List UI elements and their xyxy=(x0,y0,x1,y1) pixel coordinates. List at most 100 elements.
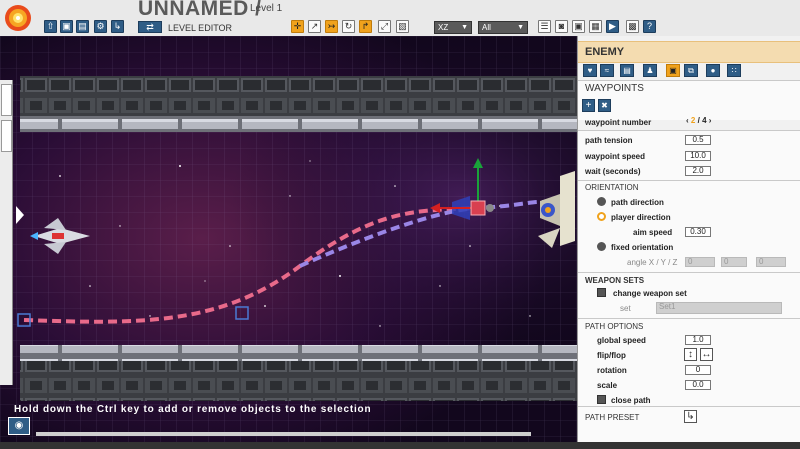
rotation-input[interactable]: 0 xyxy=(685,365,711,375)
scale-tool-button[interactable]: ⤢ xyxy=(378,20,391,33)
waypoint-number-stepper: ‹ 2 / 4 › xyxy=(686,116,711,125)
tab-waypoints[interactable]: ▣ xyxy=(666,64,680,77)
plane-select[interactable]: XZ ▼ xyxy=(434,21,472,34)
bomb-icon: ● xyxy=(710,66,716,75)
project-title: UNNAMED / xyxy=(138,0,262,20)
screenshot-button[interactable]: ▣ xyxy=(572,20,585,33)
next-waypoint-button[interactable]: › xyxy=(709,116,712,125)
swap-icon: ⇄ xyxy=(146,22,154,32)
filter-select[interactable]: All ▼ xyxy=(478,21,528,34)
waypoint-total: 4 xyxy=(702,116,707,125)
angle-x-input[interactable]: 0 xyxy=(685,257,715,267)
player-direction-radio[interactable] xyxy=(597,212,606,221)
weapon-set-select[interactable]: Set1 xyxy=(656,302,782,314)
rotation-label: rotation xyxy=(597,366,627,375)
waypoint-separator: / xyxy=(697,116,700,125)
import-button[interactable]: ⇧ xyxy=(44,20,57,33)
layers-button[interactable]: ☰ xyxy=(538,20,551,33)
bottom-hull-wall[interactable] xyxy=(20,361,577,401)
orientation-title: ORIENTATION xyxy=(585,183,639,192)
tab-duplicate[interactable]: ⧉ xyxy=(684,64,698,77)
play-button[interactable]: ▶ xyxy=(606,20,619,33)
move-tool-button[interactable]: ✛ xyxy=(291,20,304,33)
change-weapon-set-label: change weapon set xyxy=(613,289,687,298)
left-side-tab-2[interactable] xyxy=(1,120,12,152)
edit-path-tool-button[interactable]: ↱ xyxy=(359,20,372,33)
camera-button[interactable]: ◙ xyxy=(555,20,568,33)
grid-button[interactable]: ▦ xyxy=(589,20,602,33)
horizontal-scrollbar[interactable] xyxy=(36,432,531,436)
camera-view-button[interactable]: ◉ xyxy=(8,417,30,435)
bottom-rail[interactable] xyxy=(20,345,577,361)
help-button[interactable]: ? xyxy=(643,20,656,33)
path-options-section: PATH OPTIONS xyxy=(578,318,800,406)
save-icon: ▣ xyxy=(62,21,71,31)
path-tension-input[interactable]: 0.5 xyxy=(685,135,711,145)
grid-icon: ▦ xyxy=(591,21,600,31)
save-button[interactable]: ▣ xyxy=(60,20,73,33)
flip-horizontal-button[interactable]: ↔ xyxy=(700,348,713,361)
aim-speed-input[interactable]: 0.30 xyxy=(685,227,711,237)
status-hint: Hold down the Ctrl key to add or remove … xyxy=(14,404,372,415)
rotate-tool-button[interactable]: ↻ xyxy=(342,20,355,33)
properties-panel: ENEMY ♥ ≈ ▤ ♟ ▣ ⧉ ● ∷ WAYPOINTS + ✖ wayp… xyxy=(577,36,800,442)
prev-waypoint-button[interactable]: ‹ xyxy=(686,116,689,125)
fixed-orientation-radio[interactable] xyxy=(597,242,606,251)
layers-icon: ☰ xyxy=(540,21,549,31)
aim-speed-label: aim speed xyxy=(633,228,673,237)
move-path-tool-button[interactable]: ↗ xyxy=(308,20,321,33)
copy-icon: ▤ xyxy=(623,66,631,75)
delete-waypoint-button[interactable]: ✖ xyxy=(598,99,611,112)
flip-flop-label: flip/flop xyxy=(597,351,626,360)
level-name: Level 1 xyxy=(250,3,283,14)
weapon-sets-title: WEAPON SETS xyxy=(585,276,645,285)
top-rail[interactable] xyxy=(20,116,577,132)
level-viewport[interactable]: Hold down the Ctrl key to add or remove … xyxy=(0,36,577,442)
close-path-checkbox[interactable] xyxy=(597,395,606,404)
tab-health[interactable]: ♥ xyxy=(583,64,597,77)
waypoint-number-label: waypoint number xyxy=(585,118,652,127)
angle-z-input[interactable]: 0 xyxy=(756,257,786,267)
tab-pilot[interactable]: ♟ xyxy=(643,64,657,77)
top-toolbar: UNNAMED / Level 1 ⇧ ▣ ▤ ⚙ ↳ ⇄ LEVEL EDIT… xyxy=(0,0,800,36)
top-hull-wall[interactable] xyxy=(20,76,577,116)
global-speed-input[interactable]: 1.0 xyxy=(685,335,711,345)
preview-button[interactable]: ▩ xyxy=(626,20,639,33)
movement-icon: ≈ xyxy=(604,66,610,75)
play-icon: ▶ xyxy=(609,21,616,31)
flip-vertical-button[interactable]: ↕ xyxy=(684,348,697,361)
change-weapon-set-checkbox[interactable] xyxy=(597,288,606,297)
angle-y-input[interactable]: 0 xyxy=(721,257,747,267)
save-as-button[interactable]: ▤ xyxy=(76,20,89,33)
tab-particles[interactable]: ∷ xyxy=(727,64,741,77)
scene-canvas[interactable] xyxy=(0,36,577,442)
health-icon: ♥ xyxy=(587,66,593,75)
scale-input[interactable]: 0.0 xyxy=(685,380,711,390)
path-tool-button[interactable]: ↣ xyxy=(325,20,338,33)
panel-title: ENEMY xyxy=(585,46,625,58)
tab-bomb[interactable]: ● xyxy=(706,64,720,77)
status-bar xyxy=(0,442,800,449)
help-icon: ? xyxy=(646,21,652,31)
tab-movement[interactable]: ≈ xyxy=(600,64,614,77)
tab-copy[interactable]: ▤ xyxy=(620,64,634,77)
screenshot-icon: ▣ xyxy=(574,21,583,31)
path-direction-radio[interactable] xyxy=(597,197,606,206)
editor-mode-label: LEVEL EDITOR xyxy=(168,23,233,33)
wait-input[interactable]: 2.0 xyxy=(685,166,711,176)
player-direction-label: player direction xyxy=(611,213,671,222)
export-button[interactable]: ↳ xyxy=(111,20,124,33)
path-direction-label: path direction xyxy=(611,198,664,207)
add-waypoint-button[interactable]: + xyxy=(582,99,595,112)
waypoint-speed-input[interactable]: 10.0 xyxy=(685,151,711,161)
expand-arrow-icon[interactable] xyxy=(16,206,24,224)
snap-tool-button[interactable]: ▧ xyxy=(396,20,409,33)
swap-mode-button[interactable]: ⇄ xyxy=(138,21,162,33)
settings-button[interactable]: ⚙ xyxy=(94,20,107,33)
save-as-icon: ▤ xyxy=(78,21,87,31)
path-preset-button[interactable]: ↳ xyxy=(684,410,697,423)
waypoints-title: WAYPOINTS xyxy=(585,83,644,94)
weapon-set-label: set xyxy=(620,304,631,313)
scale-label: scale xyxy=(597,381,618,390)
left-side-tab-1[interactable] xyxy=(1,84,12,116)
